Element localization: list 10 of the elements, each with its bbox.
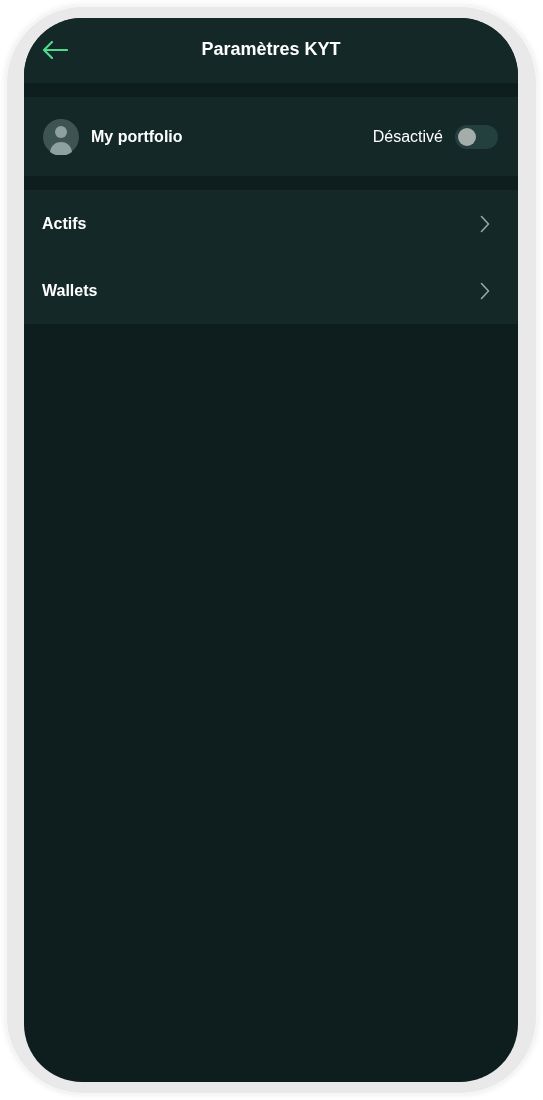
portfolio-name: My portfolio xyxy=(91,127,184,146)
toggle-switch[interactable] xyxy=(455,124,498,149)
status-label: Désactivé xyxy=(372,127,443,146)
back-arrow-icon[interactable] xyxy=(42,41,68,59)
chevron-right-icon xyxy=(480,214,490,233)
menu-item[interactable]: Wallets xyxy=(24,257,518,324)
page-title: Paramètres KYT xyxy=(201,39,341,60)
avatar-icon xyxy=(43,118,79,155)
chevron-right-icon xyxy=(480,281,490,300)
menu-item[interactable]: Actifs xyxy=(24,190,518,257)
